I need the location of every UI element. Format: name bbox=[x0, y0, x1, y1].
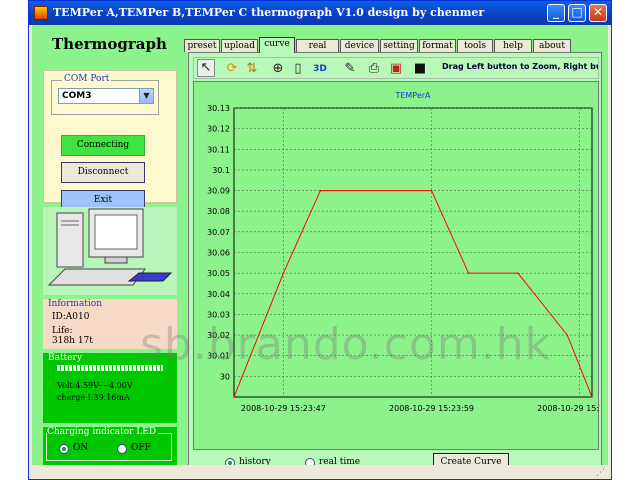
device-id: ID:A010 bbox=[52, 312, 90, 322]
y-tick-label: 30.1 bbox=[212, 166, 230, 175]
resize-grip-icon[interactable]: ⋰ bbox=[596, 468, 605, 478]
tab-device[interactable]: device bbox=[340, 39, 379, 52]
save-icon[interactable]: ■ bbox=[412, 61, 428, 77]
connection-panel: COM Port COM3 ▼ Connecting Disconnect Ex… bbox=[43, 70, 177, 211]
edit-icon[interactable]: ✎ bbox=[342, 61, 358, 77]
window-title: TEMPer A,TEMPer B,TEMPer C thermograph V… bbox=[53, 6, 485, 19]
tab-setting[interactable]: setting bbox=[380, 39, 418, 52]
led-off-label: OFF bbox=[131, 443, 151, 453]
tab-upload[interactable]: upload bbox=[221, 39, 258, 52]
close-button[interactable]: ✕ bbox=[589, 4, 607, 22]
data-point bbox=[467, 272, 470, 274]
y-tick-label: 30.05 bbox=[207, 269, 230, 278]
y-tick-label: 30.04 bbox=[207, 290, 230, 299]
led-on-radio[interactable] bbox=[59, 444, 69, 454]
tab-real-time[interactable]: real time bbox=[296, 39, 339, 63]
x-tick-label: 2008-10-29 15:24:11 bbox=[537, 404, 600, 413]
y-tick-label: 30 bbox=[220, 372, 230, 381]
life-label: Life: bbox=[52, 326, 73, 336]
y-tick-label: 30.07 bbox=[207, 228, 230, 237]
data-point bbox=[430, 189, 433, 192]
x-tick-label: 2008-10-29 15:23:59 bbox=[389, 404, 474, 413]
tab-preset[interactable]: preset bbox=[184, 39, 220, 52]
tab-tools[interactable]: tools bbox=[457, 39, 493, 52]
app-title: Thermograph bbox=[52, 35, 167, 53]
chart-title: TEMPerA bbox=[394, 91, 431, 100]
3d-icon[interactable]: 3D bbox=[312, 61, 328, 77]
temperature-chart: TEMPerA 30 30.01 30.02 30.03 30.04 30.05 30.06 3… bbox=[207, 91, 622, 413]
tab-curve[interactable]: curve bbox=[259, 37, 295, 53]
disconnect-button[interactable]: Disconnect bbox=[61, 162, 145, 183]
refresh-icon[interactable]: ⟳ bbox=[224, 61, 240, 77]
chart-icon[interactable]: ▣ bbox=[388, 61, 404, 77]
com-port-value: COM3 bbox=[62, 91, 92, 101]
y-tick-label: 30.03 bbox=[207, 310, 230, 319]
led-on-label: ON bbox=[73, 443, 89, 453]
page-icon[interactable]: ▯ bbox=[290, 61, 306, 77]
battery-level-bar bbox=[57, 365, 163, 371]
chart-area[interactable]: TEMPerA 30 30.01 30.02 30.03 30.04 30.05 30.06 3… bbox=[193, 81, 622, 450]
y-tick-label: 30.06 bbox=[207, 249, 230, 258]
y-tick-label: 30.11 bbox=[207, 145, 230, 154]
x-tick-label: 2008-10-29 15:23:47 bbox=[241, 404, 326, 413]
chevron-down-icon[interactable]: ▼ bbox=[139, 89, 153, 103]
zoom-icon[interactable]: ⊕ bbox=[270, 61, 286, 77]
y-tick-label: 30.09 bbox=[207, 187, 230, 196]
app-window: TEMPer A,TEMPer B,TEMPer C thermograph V… bbox=[28, 0, 622, 480]
zoom-hint: Drag Left button to Zoom, Right button t… bbox=[442, 62, 598, 71]
tab-about[interactable]: about bbox=[533, 39, 571, 52]
life-value: 318h 17t bbox=[52, 336, 93, 346]
led-group: Charging indicator LED ON OFF bbox=[46, 427, 172, 461]
connecting-status: Connecting bbox=[61, 135, 145, 156]
curve-tab-panel: ↖ ⟳ ⇅ ⊕ ▯ 3D ✎ ⎙ ▣ ■ Drag Left button to… bbox=[188, 52, 622, 475]
led-panel: Charging indicator LED ON OFF bbox=[43, 427, 177, 465]
y-tick-label: 30.02 bbox=[207, 331, 230, 340]
computer-icon bbox=[47, 208, 173, 286]
information-panel: Information ID:A010 Life: 318h 17t bbox=[43, 299, 177, 349]
tab-format[interactable]: format bbox=[419, 39, 456, 52]
client-area: Thermograph preset upload curve real tim… bbox=[32, 25, 622, 475]
battery-volt: Volt:4.59V----4.00V bbox=[57, 381, 133, 390]
print-icon[interactable]: ⎙ bbox=[366, 61, 382, 77]
information-label: Information bbox=[48, 299, 103, 309]
led-off-radio[interactable] bbox=[117, 444, 127, 454]
data-point bbox=[566, 334, 569, 336]
y-tick-label: 30.12 bbox=[207, 125, 230, 134]
led-label: Charging indicator LED bbox=[47, 427, 159, 437]
data-point bbox=[517, 272, 519, 274]
maximize-button[interactable]: □ bbox=[568, 4, 586, 22]
y-tick-label: 30.01 bbox=[207, 352, 230, 361]
battery-label: Battery bbox=[48, 353, 82, 363]
cursor-icon[interactable]: ↖ bbox=[197, 59, 215, 77]
com-port-select[interactable]: COM3 ▼ bbox=[58, 88, 154, 104]
data-point bbox=[233, 396, 235, 398]
status-bar: ⋰ bbox=[32, 465, 608, 479]
com-port-label: COM Port bbox=[62, 74, 112, 84]
tab-help[interactable]: help bbox=[494, 39, 532, 52]
y-tick-label: 30.13 bbox=[207, 104, 230, 113]
axis-icon[interactable]: ⇅ bbox=[244, 61, 260, 77]
title-bar[interactable]: TEMPer A,TEMPer B,TEMPer C thermograph V… bbox=[29, 1, 611, 25]
computer-illustration bbox=[43, 207, 177, 295]
data-point bbox=[282, 272, 285, 274]
data-point bbox=[591, 396, 593, 398]
y-tick-label: 30.08 bbox=[207, 207, 230, 216]
app-icon bbox=[34, 6, 48, 20]
data-point bbox=[319, 189, 322, 192]
battery-charge: charge I:39.16mA bbox=[57, 393, 130, 402]
com-port-group: COM Port COM3 ▼ bbox=[51, 74, 159, 115]
battery-panel: Battery Volt:4.59V----4.00V charge I:39.… bbox=[43, 353, 177, 423]
chart-toolbar: ↖ ⟳ ⇅ ⊕ ▯ 3D ✎ ⎙ ▣ ■ Drag Left button to… bbox=[193, 57, 599, 79]
minimize-button[interactable]: _ bbox=[547, 4, 565, 22]
